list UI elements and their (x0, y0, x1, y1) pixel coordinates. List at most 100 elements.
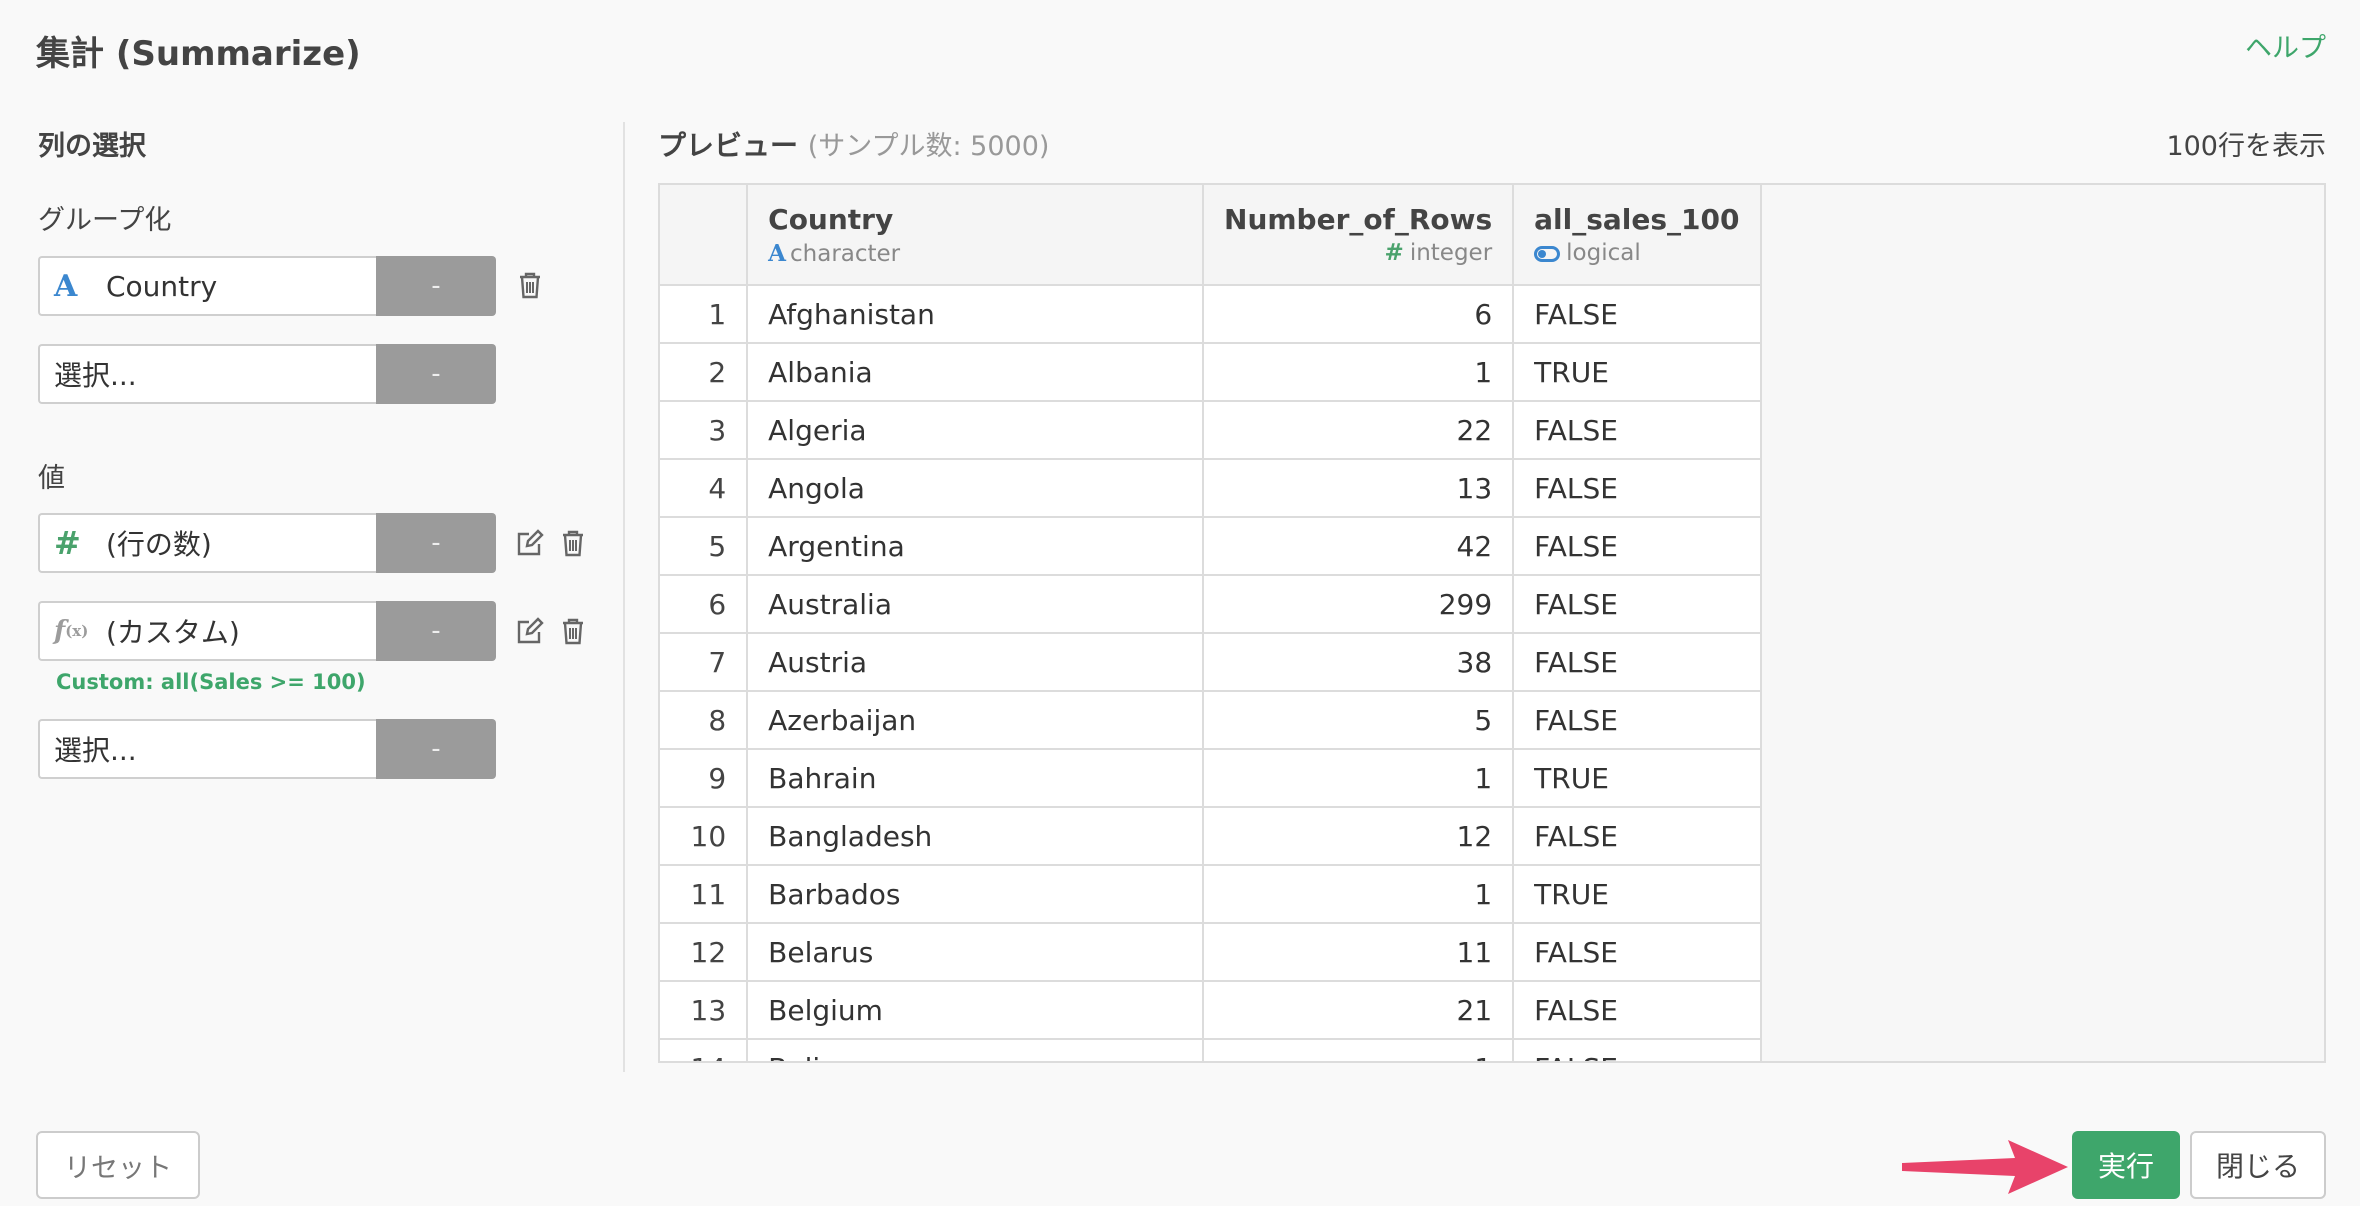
country-cell: Australia (747, 575, 1205, 634)
value-option-button-empty[interactable]: - (376, 719, 496, 779)
number-of-rows-cell: 5 (1203, 691, 1515, 750)
all-sales-100-cell: TRUE (1513, 865, 1762, 924)
table-row: 9 Bahrain 1 TRUE (660, 749, 2324, 808)
preview-title: プレビュー (サンプル数: 5000) (658, 124, 1049, 164)
table-row: 5 Argentina 42 FALSE (660, 517, 2324, 576)
close-button[interactable]: 閉じる (2190, 1131, 2326, 1199)
edit-icon[interactable] (515, 528, 545, 558)
number-of-rows-cell: 1 (1203, 343, 1515, 402)
table-row: 2 Albania 1 TRUE (660, 343, 2324, 402)
all-sales-100-cell: TRUE (1513, 343, 1762, 402)
table-row: 1 Afghanistan 6 FALSE (660, 285, 2324, 344)
group-column-label: Country (106, 269, 218, 303)
value-select-empty[interactable]: 選択... (38, 719, 376, 779)
all-sales-100-cell: FALSE (1513, 923, 1762, 982)
number-of-rows-cell: 13 (1203, 459, 1515, 518)
country-cell: Austria (747, 633, 1205, 692)
row-filler (1760, 575, 2324, 633)
row-filler (1760, 285, 2324, 343)
row-number-cell: 13 (660, 981, 749, 1040)
table-row: 6 Australia 299 FALSE (660, 575, 2324, 634)
number-of-rows-cell: 42 (1203, 517, 1515, 576)
country-cell: Bangladesh (747, 807, 1205, 866)
number-of-rows-cell: 38 (1203, 633, 1515, 692)
function-icon: f (x) (54, 616, 89, 646)
hash-icon: # (1384, 240, 1404, 266)
help-link[interactable]: ヘルプ (2245, 26, 2326, 65)
all-sales-100-cell: FALSE (1513, 575, 1762, 634)
table-row: 8 Azerbaijan 5 FALSE (660, 691, 2324, 750)
value-field-row-count: # (行の数) - (38, 513, 496, 573)
column-header-country[interactable]: Country Acharacter (747, 185, 1205, 286)
value-field-empty: 選択... - (38, 719, 496, 779)
rows-shown: 100行を表示 (2166, 131, 2326, 162)
preview-label: プレビュー (658, 129, 799, 162)
number-of-rows-cell: 11 (1203, 923, 1515, 982)
country-cell: Belarus (747, 923, 1205, 982)
table-row: 11 Barbados 1 TRUE (660, 865, 2324, 924)
all-sales-100-cell: TRUE (1513, 749, 1762, 808)
number-of-rows-cell: 1 (1203, 749, 1515, 808)
value-field-custom: f (x) (カスタム) - (38, 601, 496, 661)
row-number-cell: 8 (660, 691, 749, 750)
group-option-button-empty[interactable]: - (376, 344, 496, 404)
value-option-button-custom[interactable]: - (376, 601, 496, 661)
table-row: 12 Belarus 11 FALSE (660, 923, 2324, 982)
country-cell: Azerbaijan (747, 691, 1205, 750)
value-select-custom[interactable]: f (x) (カスタム) (38, 601, 376, 661)
row-filler (1760, 517, 2324, 575)
row-filler (1760, 691, 2324, 749)
row-number-cell: 10 (660, 807, 749, 866)
row-number-cell: 12 (660, 923, 749, 982)
value-option-button[interactable]: - (376, 513, 496, 573)
country-cell: Belgium (747, 981, 1205, 1040)
column-header-all-sales-100[interactable]: all_sales_100 logical (1513, 185, 1762, 286)
toggle-icon (1534, 245, 1561, 262)
value-field-label: (カスタム) (106, 616, 240, 649)
dialog-title: 集計 (Summarize) (36, 34, 361, 74)
row-filler (1760, 749, 2324, 807)
edit-icon[interactable] (515, 616, 545, 646)
row-number-header (660, 185, 749, 286)
row-number-cell: 6 (660, 575, 749, 634)
all-sales-100-cell: FALSE (1513, 401, 1762, 460)
country-cell: Algeria (747, 401, 1205, 460)
header-filler (1760, 185, 2324, 285)
custom-expression-note: Custom: all(Sales >= 100) (56, 670, 366, 694)
all-sales-100-cell: FALSE (1513, 459, 1762, 518)
value-select-row-count[interactable]: # (行の数) (38, 513, 376, 573)
row-filler (1760, 343, 2324, 401)
reset-button[interactable]: リセット (36, 1131, 200, 1199)
run-button[interactable]: 実行 (2072, 1131, 2180, 1199)
row-filler (1760, 401, 2324, 459)
select-placeholder: 選択... (54, 734, 137, 767)
trash-icon[interactable] (558, 616, 588, 646)
row-filler (1760, 633, 2324, 691)
row-number-cell: 5 (660, 517, 749, 576)
sample-count: (サンプル数: 5000) (807, 131, 1050, 162)
row-filler (1760, 865, 2324, 923)
row-filler (1760, 1039, 2324, 1061)
row-filler (1760, 923, 2324, 981)
preview-table[interactable]: Country Acharacter Number_of_Rows # integ… (658, 183, 2326, 1063)
value-label: 値 (38, 463, 65, 494)
country-cell: Angola (747, 459, 1205, 518)
value-field-label: (行の数) (106, 528, 212, 561)
number-of-rows-cell: 22 (1203, 401, 1515, 460)
number-of-rows-cell: 6 (1203, 285, 1515, 344)
number-of-rows-cell: 1 (1203, 865, 1515, 924)
group-option-button[interactable]: - (376, 256, 496, 316)
column-header-number-of-rows[interactable]: Number_of_Rows # integer (1203, 185, 1515, 286)
trash-icon[interactable] (515, 270, 545, 300)
country-cell: Bahrain (747, 749, 1205, 808)
select-placeholder: 選択... (54, 359, 137, 392)
row-number-cell: 1 (660, 285, 749, 344)
row-number-cell: 7 (660, 633, 749, 692)
number-of-rows-cell: 12 (1203, 807, 1515, 866)
row-number-cell: 4 (660, 459, 749, 518)
trash-icon[interactable] (558, 528, 588, 558)
group-column-select-empty[interactable]: 選択... (38, 344, 376, 404)
group-column-select[interactable]: A Country (38, 256, 376, 316)
row-filler (1760, 459, 2324, 517)
all-sales-100-cell: FALSE (1513, 285, 1762, 344)
